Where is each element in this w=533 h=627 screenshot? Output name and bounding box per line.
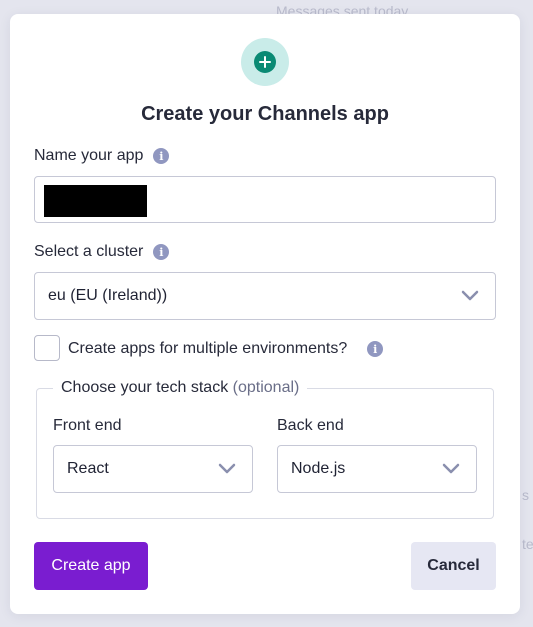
front-end-selected-value: React — [67, 460, 109, 477]
back-end-label: Back end — [277, 417, 344, 434]
cluster-selected-value: eu (EU (Ireland)) — [48, 287, 168, 304]
name-label-text: Name your app — [34, 147, 144, 164]
tech-stack-title: Choose your tech stack — [61, 379, 229, 396]
optional-tag: (optional) — [232, 379, 300, 396]
chevron-down-icon — [442, 463, 460, 474]
plus-circle-icon — [241, 38, 289, 86]
front-end-label: Front end — [53, 417, 122, 434]
cancel-button[interactable]: Cancel — [411, 542, 496, 590]
multi-env-label: Create apps for multiple environments? i — [68, 340, 384, 358]
front-end-select[interactable]: React — [53, 445, 253, 493]
info-icon[interactable]: i — [367, 341, 384, 357]
dialog-title: Create your Channels app — [141, 103, 389, 125]
tech-stack-legend: Choose your tech stack (optional) — [53, 379, 307, 397]
chevron-down-icon — [461, 290, 479, 301]
create-app-button[interactable]: Create app — [34, 542, 148, 590]
multi-environment-checkbox[interactable] — [34, 335, 60, 361]
back-end-selected-value: Node.js — [291, 460, 346, 477]
cluster-label-text: Select a cluster — [34, 243, 144, 260]
info-icon[interactable]: i — [153, 244, 170, 260]
back-end-select[interactable]: Node.js — [277, 445, 477, 493]
redacted-value — [44, 185, 147, 217]
background-text: s — [522, 487, 529, 503]
multi-env-label-text[interactable]: Create apps for multiple environments? — [68, 340, 347, 358]
info-icon[interactable]: i — [153, 148, 170, 164]
cluster-field-label: Select a cluster i — [34, 243, 170, 261]
cluster-select[interactable]: eu (EU (Ireland)) — [34, 272, 496, 320]
background-text: te — [522, 536, 533, 552]
app-name-input[interactable] — [34, 176, 496, 223]
create-app-dialog: Create your Channels app Name your app i… — [10, 14, 520, 614]
chevron-down-icon — [218, 463, 236, 474]
name-field-label: Name your app i — [34, 147, 170, 165]
